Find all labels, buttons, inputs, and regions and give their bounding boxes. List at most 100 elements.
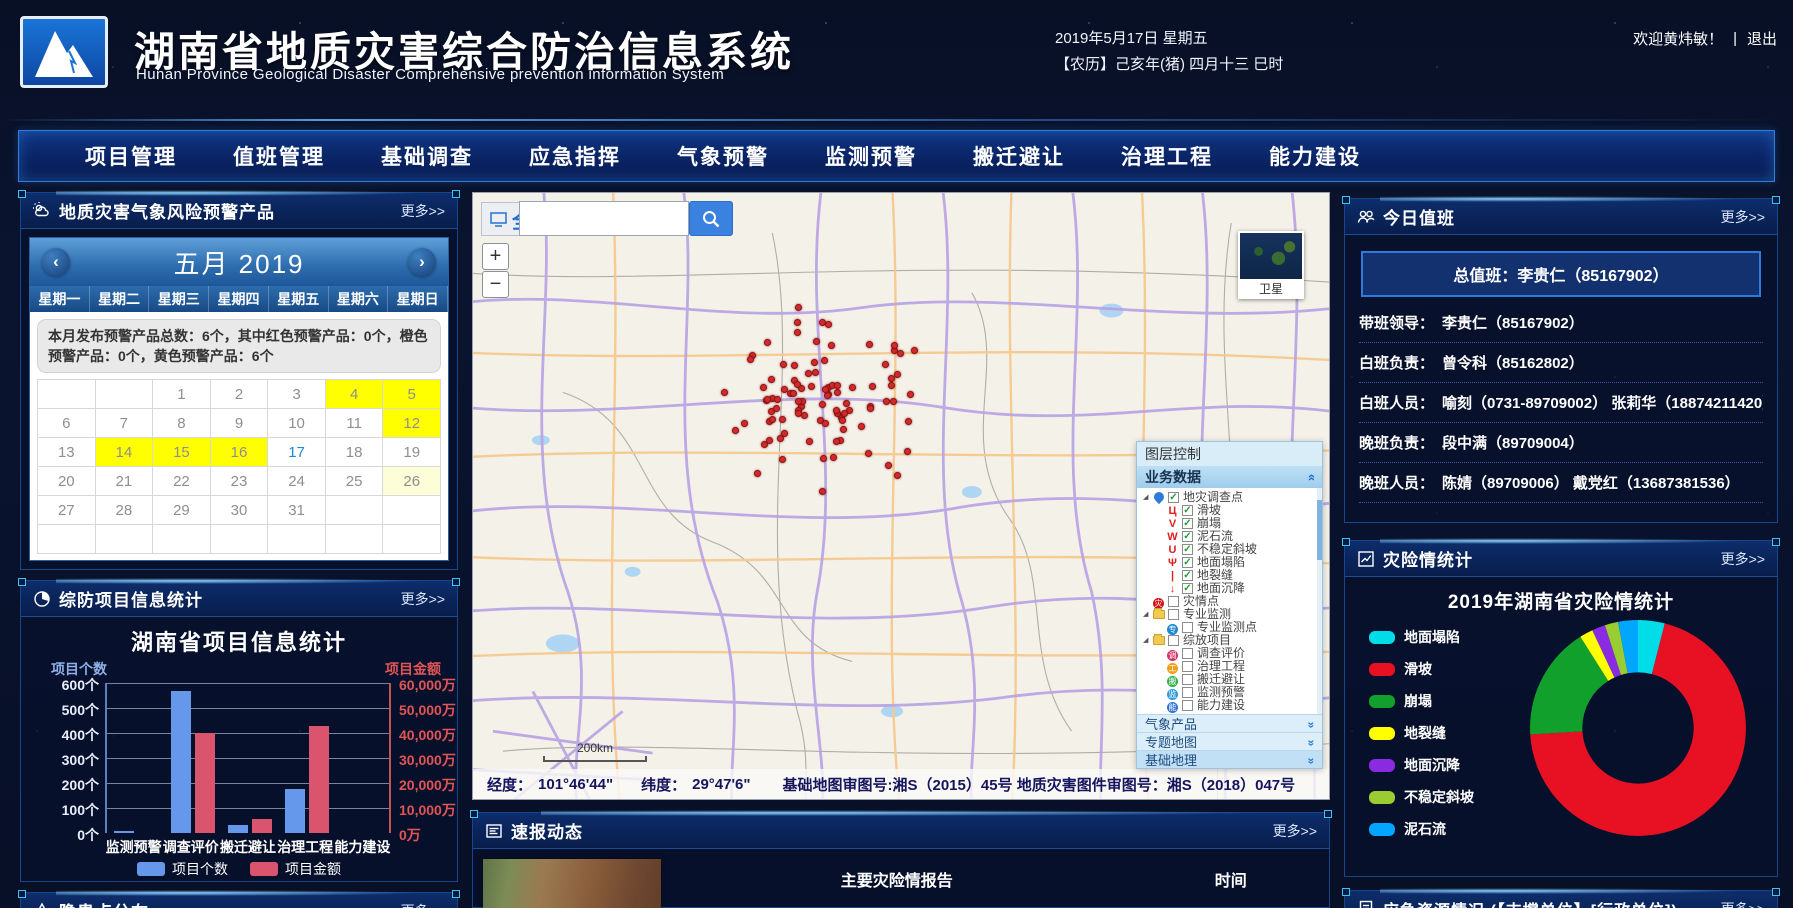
calendar-day-cell[interactable]: 30 [211, 496, 269, 525]
disaster-point-marker[interactable] [808, 383, 815, 390]
disaster-point-marker[interactable] [774, 396, 781, 403]
disaster-point-marker[interactable] [781, 430, 788, 437]
calendar-day-cell[interactable] [211, 525, 269, 554]
disaster-point-marker[interactable] [869, 383, 876, 390]
disaster-point-marker[interactable] [813, 338, 820, 345]
nav-item-7[interactable]: 搬迁避让 [945, 141, 1093, 171]
layer-checkbox[interactable]: ✓ [1182, 570, 1193, 581]
nav-item-4[interactable]: 应急指挥 [501, 141, 649, 171]
layer-checkbox[interactable]: ✓ [1182, 557, 1193, 568]
calendar-day-cell[interactable]: 6 [38, 409, 96, 438]
layer-checkbox[interactable] [1182, 674, 1193, 685]
next-month-button[interactable]: › [408, 248, 436, 276]
layer-checkbox[interactable] [1168, 609, 1179, 620]
disaster-point-marker[interactable] [830, 454, 837, 461]
stats-panel-more[interactable]: 更多>> [1721, 549, 1765, 569]
disaster-point-marker[interactable] [764, 339, 771, 346]
layer-checkbox[interactable] [1168, 635, 1179, 646]
nav-item-8[interactable]: 治理工程 [1093, 141, 1241, 171]
disaster-point-marker[interactable] [888, 375, 895, 382]
disaster-point-marker[interactable] [773, 405, 780, 412]
calendar-day-cell[interactable]: 29 [153, 496, 211, 525]
layer-checkbox[interactable]: ✓ [1182, 518, 1193, 529]
disaster-point-marker[interactable] [833, 407, 840, 414]
disaster-point-marker[interactable] [858, 423, 865, 430]
calendar-day-cell[interactable]: 9 [211, 409, 269, 438]
calendar-day-cell[interactable]: 12 [383, 409, 441, 438]
disaster-point-marker[interactable] [828, 342, 835, 349]
disaster-point-marker[interactable] [883, 398, 890, 405]
calendar-day-cell[interactable]: 3 [268, 380, 326, 409]
disaster-point-marker[interactable] [805, 370, 812, 377]
disaster-point-marker[interactable] [779, 416, 786, 423]
disaster-point-marker[interactable] [888, 382, 895, 389]
resource-panel-more[interactable]: 更多>> [1721, 899, 1765, 908]
hazard-panel-more[interactable]: 更多>> [401, 901, 445, 908]
layer-checkbox[interactable] [1182, 700, 1193, 711]
disaster-point-marker[interactable] [894, 472, 901, 479]
calendar-day-cell[interactable]: 11 [326, 409, 384, 438]
disaster-point-marker[interactable] [779, 456, 786, 463]
disaster-point-marker[interactable] [766, 437, 773, 444]
calendar-day-cell[interactable] [268, 525, 326, 554]
calendar-day-cell[interactable] [383, 525, 441, 554]
calendar-day-cell[interactable]: 24 [268, 467, 326, 496]
disaster-point-marker[interactable] [794, 329, 801, 336]
disaster-point-marker[interactable] [795, 398, 802, 405]
calendar-day-cell[interactable] [96, 380, 154, 409]
disaster-point-marker[interactable] [840, 426, 847, 433]
disaster-point-marker[interactable] [795, 410, 802, 417]
layer-section-1[interactable]: 气象产品» [1137, 714, 1322, 732]
calendar-day-cell[interactable] [383, 496, 441, 525]
layer-checkbox[interactable]: ✓ [1182, 583, 1193, 594]
calendar-day-cell[interactable]: 17 [268, 438, 326, 467]
disaster-point-marker[interactable] [791, 362, 798, 369]
calendar-day-cell[interactable]: 4 [326, 380, 384, 409]
calendar-day-cell[interactable] [326, 525, 384, 554]
calendar-day-cell[interactable]: 16 [211, 438, 269, 467]
layer-section-2[interactable]: 专题地图» [1137, 732, 1322, 750]
layer-checkbox[interactable]: ✓ [1182, 531, 1193, 542]
disaster-point-marker[interactable] [741, 420, 748, 427]
calendar-day-cell[interactable] [153, 525, 211, 554]
calendar-day-cell[interactable] [38, 525, 96, 554]
disaster-point-marker[interactable] [890, 398, 897, 405]
disaster-point-marker[interactable] [839, 417, 846, 424]
disaster-point-marker[interactable] [822, 386, 829, 393]
disaster-point-marker[interactable] [794, 381, 801, 388]
calendar-day-cell[interactable]: 2 [211, 380, 269, 409]
calendar-day-cell[interactable]: 25 [326, 467, 384, 496]
calendar-day-cell[interactable]: 7 [96, 409, 154, 438]
calendar-day-cell[interactable] [326, 496, 384, 525]
calendar-day-cell[interactable] [96, 525, 154, 554]
disaster-point-marker[interactable] [819, 488, 826, 495]
disaster-point-marker[interactable] [780, 361, 787, 368]
disaster-point-marker[interactable] [732, 427, 739, 434]
disaster-point-marker[interactable] [801, 412, 808, 419]
map-search-input[interactable] [519, 201, 689, 236]
calendar-day-cell[interactable]: 31 [268, 496, 326, 525]
disaster-point-marker[interactable] [843, 400, 850, 407]
disaster-point-marker[interactable] [768, 376, 775, 383]
calendar-day-cell[interactable]: 20 [38, 467, 96, 496]
layer-checkbox[interactable] [1182, 687, 1193, 698]
layer-checkbox[interactable]: ✓ [1182, 505, 1193, 516]
tree-expand-icon[interactable]: ◢ [1143, 634, 1152, 647]
disaster-point-marker[interactable] [867, 405, 874, 412]
calendar-day-cell[interactable]: 21 [96, 467, 154, 496]
disaster-point-marker[interactable] [806, 438, 813, 445]
nav-item-5[interactable]: 气象预警 [649, 141, 797, 171]
nav-item-3[interactable]: 基础调查 [353, 141, 501, 171]
disaster-point-marker[interactable] [769, 416, 776, 423]
calendar-day-cell[interactable]: 19 [383, 438, 441, 467]
map-search-button[interactable] [689, 201, 733, 236]
calendar-day-cell[interactable]: 18 [326, 438, 384, 467]
prev-month-button[interactable]: ‹ [42, 248, 70, 276]
disaster-point-marker[interactable] [794, 319, 801, 326]
warning-panel-more[interactable]: 更多>> [401, 201, 445, 221]
layer-checkbox[interactable] [1182, 622, 1193, 633]
disaster-point-marker[interactable] [812, 369, 819, 376]
calendar-day-cell[interactable]: 10 [268, 409, 326, 438]
map-canvas[interactable]: 全屏 + − 卫星 图层控制 业务数据 » ◢✓地灾调查点Ц✓滑坡V✓崩塌W✓泥… [472, 192, 1330, 800]
disaster-point-marker[interactable] [795, 304, 802, 311]
